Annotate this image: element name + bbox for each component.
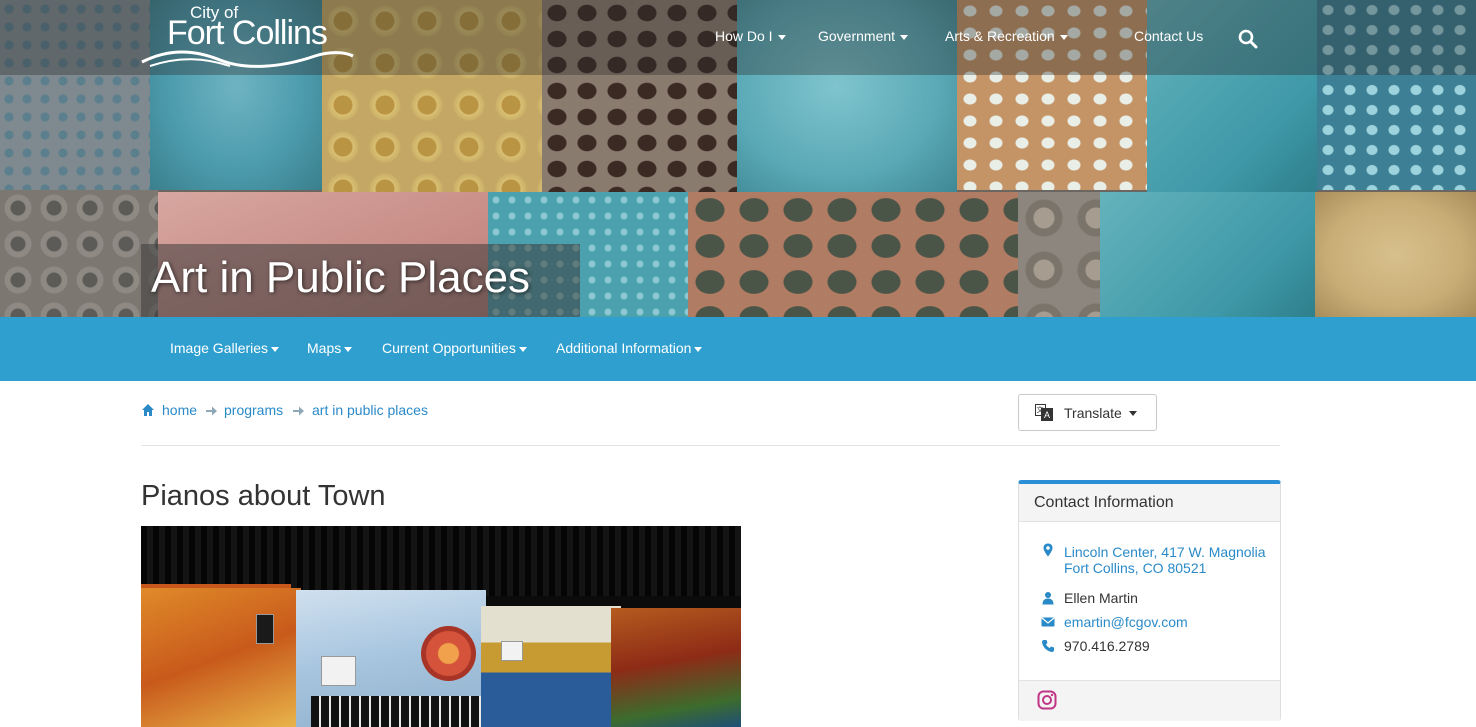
- subnav-current-opportunities[interactable]: Current Opportunities: [382, 340, 527, 356]
- content-divider: [141, 445, 1280, 446]
- breadcrumb-programs[interactable]: programs: [224, 402, 283, 418]
- translate-label: Translate: [1064, 405, 1122, 421]
- caret-down-icon: [1129, 411, 1137, 416]
- contact-address-line2[interactable]: Fort Collins, CO 80521: [1064, 560, 1206, 576]
- user-icon: [1042, 592, 1054, 605]
- mosaic-tile: [1100, 192, 1315, 317]
- subnav-label: Maps: [307, 340, 342, 356]
- home-icon[interactable]: [141, 403, 155, 417]
- caret-down-icon: [518, 346, 527, 352]
- nav-label: How Do I: [715, 28, 773, 44]
- map-marker-icon: [1043, 543, 1053, 557]
- breadcrumb-art-in-public-places[interactable]: art in public places: [312, 402, 428, 418]
- instagram-icon[interactable]: [1037, 690, 1057, 710]
- section-nav: Image Galleries Maps Current Opportuniti…: [0, 317, 1476, 381]
- hero-title: Art in Public Places: [151, 253, 531, 302]
- contact-card-title: Contact Information: [1034, 494, 1174, 511]
- translate-icon: A 文: [1035, 404, 1053, 421]
- piano-artwork: [421, 626, 476, 681]
- logo-wave-icon: [141, 50, 354, 68]
- subnav-label: Current Opportunities: [382, 340, 516, 356]
- svg-text:文: 文: [1037, 405, 1044, 414]
- subnav-label: Image Galleries: [170, 340, 269, 356]
- subnav-image-galleries[interactable]: Image Galleries: [170, 340, 280, 356]
- nav-how-do-i[interactable]: How Do I: [715, 28, 786, 44]
- piano: [141, 588, 301, 727]
- mosaic-tile: [0, 190, 158, 317]
- arrow-right-icon: [293, 406, 304, 416]
- hero-banner: City of Fort Collins How Do I Government…: [0, 0, 1476, 317]
- search-icon[interactable]: [1238, 29, 1258, 49]
- contact-card-header: Contact Information: [1019, 484, 1280, 522]
- contact-card: Contact Information Lincoln Center, 417 …: [1018, 480, 1281, 721]
- arrow-right-icon: [206, 406, 217, 416]
- svg-text:A: A: [1044, 410, 1050, 420]
- envelope-icon: [1041, 617, 1055, 627]
- caret-down-icon: [694, 346, 703, 352]
- breadcrumb-home[interactable]: home: [162, 402, 197, 418]
- city-logo[interactable]: City of Fort Collins: [140, 0, 360, 75]
- piano: [611, 608, 741, 727]
- placard: [321, 656, 356, 686]
- contact-address-line1[interactable]: Lincoln Center, 417 W. Magnolia: [1064, 544, 1266, 560]
- piano-keys: [311, 696, 481, 727]
- placard: [501, 641, 523, 661]
- nav-label: Arts & Recreation: [945, 28, 1055, 44]
- placard: [256, 614, 274, 644]
- piano: [481, 606, 621, 727]
- contact-person: Ellen Martin: [1064, 590, 1138, 606]
- nav-government[interactable]: Government: [818, 28, 909, 44]
- nav-label: Contact Us: [1134, 28, 1204, 44]
- caret-down-icon: [1059, 34, 1068, 40]
- contact-email[interactable]: emartin@fcgov.com: [1064, 614, 1188, 630]
- page-title: Pianos about Town: [141, 480, 386, 512]
- subnav-label: Additional Information: [556, 340, 692, 356]
- nav-contact-us[interactable]: Contact Us: [1134, 28, 1203, 44]
- mosaic-tile: [688, 192, 1018, 317]
- subnav-additional-information[interactable]: Additional Information: [556, 340, 703, 356]
- pianos-photo: [141, 526, 741, 727]
- subnav-maps[interactable]: Maps: [307, 340, 353, 356]
- contact-card-footer: [1019, 680, 1280, 721]
- caret-down-icon: [344, 346, 353, 352]
- mosaic-tile: [1018, 192, 1100, 317]
- translate-button[interactable]: A 文 Translate: [1018, 394, 1157, 431]
- caret-down-icon: [271, 346, 280, 352]
- mosaic-tile: [1315, 192, 1476, 317]
- nav-arts-recreation[interactable]: Arts & Recreation: [945, 28, 1068, 44]
- caret-down-icon: [777, 34, 786, 40]
- caret-down-icon: [900, 34, 909, 40]
- phone-icon: [1042, 640, 1054, 652]
- nav-label: Government: [818, 28, 896, 44]
- contact-phone[interactable]: 970.416.2789: [1064, 638, 1150, 654]
